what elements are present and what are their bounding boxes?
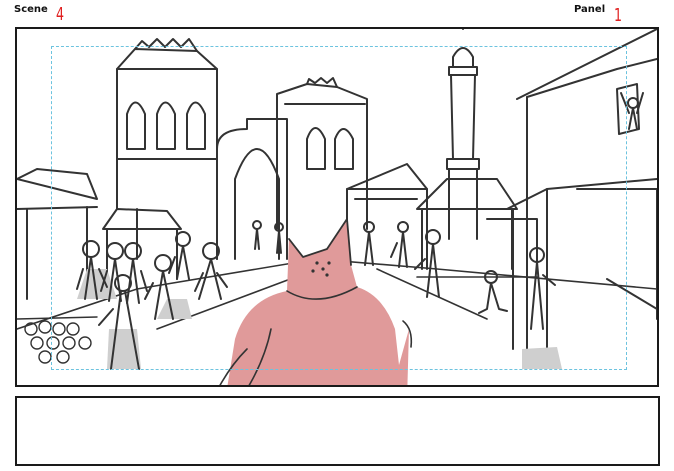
middle-building: [276, 77, 368, 230]
minaret-tower: [446, 29, 480, 240]
panel-label: Panel: [574, 4, 606, 15]
scene-sketch: [17, 29, 657, 385]
left-tower-building: [116, 38, 218, 260]
storyboard-panel-frame[interactable]: [15, 27, 659, 387]
left-market-goods: [17, 316, 98, 364]
market-stall-center: [346, 163, 538, 270]
scene-number: 4: [56, 4, 65, 25]
panel-notes-box[interactable]: [15, 396, 660, 466]
scene-label: Scene: [14, 4, 48, 15]
panel-number: 1: [614, 5, 623, 26]
right-building: [506, 29, 657, 360]
main-character: [219, 218, 413, 385]
